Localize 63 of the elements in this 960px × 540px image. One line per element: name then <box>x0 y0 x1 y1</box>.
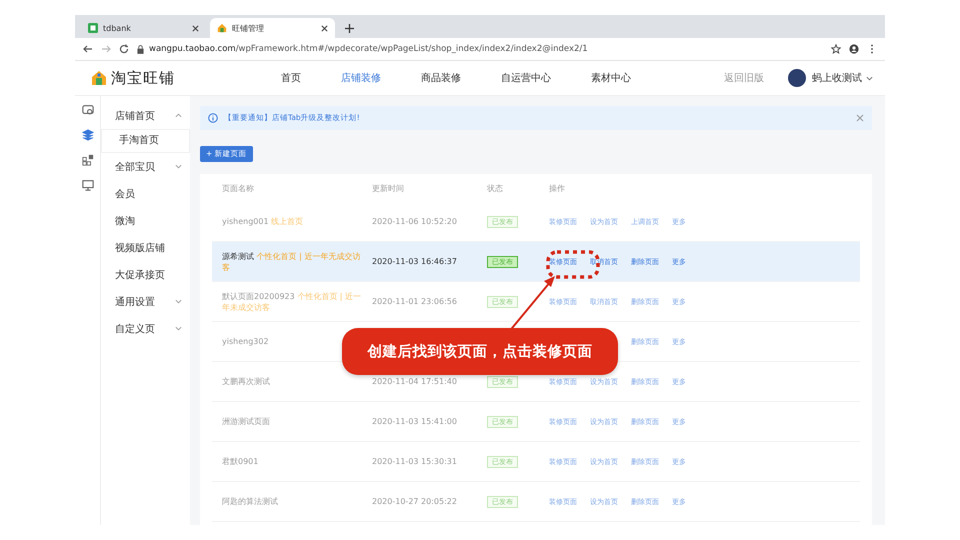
browser-tab[interactable]: tdbank <box>81 18 206 38</box>
sidebar-item[interactable]: 全部宝贝 <box>101 153 190 180</box>
back-arrow-icon[interactable] <box>83 44 93 54</box>
page-name: 阿匙的算法测试 <box>222 496 279 507</box>
chevron-down-icon[interactable] <box>175 164 182 169</box>
logo-text: 淘宝旺铺 <box>111 68 175 88</box>
reload-icon[interactable] <box>119 44 129 54</box>
sidebar-item[interactable]: 会员 <box>101 180 190 207</box>
column-header: 更新时间 <box>372 182 405 194</box>
nav-tab[interactable]: 自运营中心 <box>501 71 551 85</box>
nav-tab[interactable]: 素材中心 <box>591 71 631 85</box>
url-path: /wpFramework.htm#/wpdecorate/wpPageList/shop_index/index2/index2@index2/1 <box>236 44 588 54</box>
close-icon[interactable] <box>321 24 328 32</box>
sidebar-item[interactable]: 自定义页 <box>101 315 190 342</box>
column-header: 状态 <box>487 182 504 194</box>
sidebar-item[interactable]: 通用设置 <box>101 288 190 315</box>
bank-favicon-icon <box>88 23 98 33</box>
page-name: 君默0901 <box>222 456 260 467</box>
page-name: 源希测试 个性化首页 | 近一年无成交访客 <box>222 250 362 272</box>
shop-logo-icon <box>91 70 107 86</box>
url-host: wangpu.taobao.com <box>149 44 236 54</box>
update-time: 2020-10-27 20:05:22 <box>372 497 457 506</box>
chevron-down-icon[interactable] <box>175 326 182 331</box>
column-header: 操作 <box>549 182 566 194</box>
star-icon[interactable] <box>831 44 841 54</box>
update-time: 2020-11-04 17:51:40 <box>372 377 457 386</box>
page-name: 默认页面20200923 个性化首页 | 近一年未成交访客 <box>222 290 362 312</box>
back-to-old-version-link[interactable]: 返回旧版 <box>724 71 764 85</box>
nav-tab[interactable]: 商品装修 <box>421 71 461 85</box>
callout-bubble: 创建后找到该页面，点击装修页面 <box>342 328 618 375</box>
sidebar-subitem[interactable]: 手淘首页 <box>101 129 190 153</box>
update-time: 2020-11-03 15:30:31 <box>372 457 457 466</box>
user-menu[interactable]: 蚂上收测试 <box>812 71 862 85</box>
update-time: 2020-11-01 23:06:56 <box>372 297 457 306</box>
avatar <box>788 69 806 87</box>
layers-icon[interactable] <box>82 129 94 141</box>
close-icon[interactable] <box>192 24 199 32</box>
page-name: yisheng302 <box>222 336 270 347</box>
store-icon[interactable] <box>82 104 94 116</box>
nav-tab[interactable]: 店铺装修 <box>341 71 381 85</box>
sidebar-item[interactable]: 店铺首页 <box>101 102 190 129</box>
page-name: 洲游测试页面 <box>222 416 271 427</box>
sidebar-item[interactable]: 大促承接页 <box>101 261 190 288</box>
update-time: 2020-11-03 15:41:00 <box>372 417 457 426</box>
account-icon[interactable] <box>849 44 859 54</box>
chevron-down-icon[interactable] <box>175 299 182 304</box>
monitor-icon[interactable] <box>82 179 94 191</box>
grid-icon[interactable] <box>82 154 94 166</box>
sidebar-item[interactable]: 视频版店铺 <box>101 234 190 261</box>
lock-icon <box>137 44 144 54</box>
house-favicon-icon <box>217 23 227 33</box>
nav-tab[interactable]: 首页 <box>281 71 301 85</box>
update-time: 2020-11-06 10:52:20 <box>372 217 457 226</box>
update-time: 2020-11-03 16:46:37 <box>372 257 457 266</box>
caret-icon[interactable] <box>866 76 873 80</box>
column-header: 页面名称 <box>222 182 255 194</box>
browser-tab[interactable]: 旺铺管理 <box>210 18 335 38</box>
info-icon <box>208 113 218 123</box>
sidebar-item[interactable]: 微淘 <box>101 207 190 234</box>
new-tab-icon[interactable] <box>345 24 354 33</box>
chevron-up-icon[interactable] <box>175 113 182 118</box>
page-name: yisheng001 线上首页 <box>222 216 304 227</box>
page-name: 文鹏再次测试 <box>222 376 271 387</box>
